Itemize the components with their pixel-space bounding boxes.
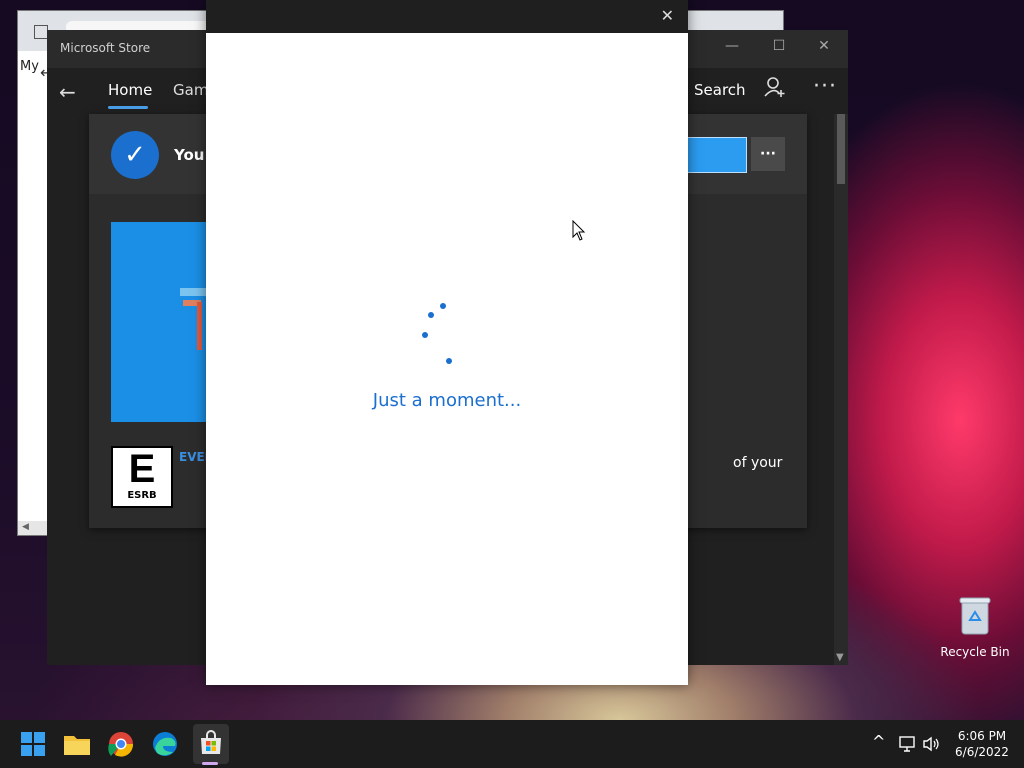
system-clock[interactable]: 6:06 PM 6/6/2022 (952, 728, 1012, 760)
dialog-titlebar[interactable]: ✕ (206, 0, 688, 33)
edge-icon[interactable] (149, 728, 181, 760)
scroll-down-icon[interactable]: ▼ (836, 652, 844, 663)
minimize-icon[interactable]: — (712, 38, 752, 54)
store-window-title: Microsoft Store (60, 41, 151, 55)
esrb-label: ESRB (127, 490, 157, 501)
show-hidden-icons-icon[interactable]: ^ (872, 732, 885, 751)
network-icon[interactable] (897, 734, 917, 754)
taskbar: ^ 6:06 PM 6/6/2022 (0, 720, 1024, 768)
description-text: of your (733, 455, 783, 471)
tab-actions-icon[interactable] (34, 25, 48, 39)
tab-home[interactable]: Home (108, 81, 152, 99)
start-icon[interactable] (17, 728, 49, 760)
store-vertical-scrollbar[interactable]: ▼ (834, 114, 848, 665)
mouse-cursor-icon (572, 220, 586, 241)
more-options-icon[interactable]: ··· (813, 74, 837, 99)
scrollbar-thumb[interactable] (837, 114, 845, 184)
loading-spinner-icon (414, 300, 454, 370)
browser-partial-text: My (20, 59, 39, 74)
clock-date: 6/6/2022 (955, 745, 1009, 759)
sign-in-dialog: ✕ Just a moment... (206, 0, 688, 685)
account-svg (764, 77, 785, 97)
card-more-button[interactable]: ··· (751, 137, 785, 171)
chrome-icon[interactable] (105, 728, 137, 760)
recycle-bin-label: Recycle Bin (940, 645, 1010, 659)
file-explorer-icon[interactable] (61, 728, 93, 760)
volume-icon[interactable] (921, 734, 941, 754)
scroll-left-icon[interactable]: ◀ (22, 522, 29, 532)
close-icon[interactable]: ✕ (804, 38, 844, 54)
loading-text: Just a moment... (372, 390, 522, 411)
microsoft-store-icon[interactable] (195, 728, 227, 760)
running-app-indicator (202, 762, 218, 765)
active-tab-indicator (108, 106, 148, 109)
browser-horizontal-scrollbar[interactable]: ◀ (18, 521, 48, 535)
clock-time: 6:06 PM (957, 729, 1007, 743)
esrb-letter: E (128, 447, 156, 491)
primary-action-button[interactable] (687, 137, 747, 173)
recycle-bin-icon (959, 597, 991, 635)
spinner-dot (422, 332, 428, 338)
search-button[interactable]: Search (694, 81, 746, 99)
checkmark-icon: ✓ (111, 131, 159, 179)
spinner-dot (428, 312, 434, 318)
dialog-close-icon[interactable]: ✕ (661, 6, 674, 25)
recycle-bin-desktop-icon[interactable]: Recycle Bin (938, 596, 1012, 659)
add-account-icon[interactable] (764, 76, 786, 103)
esrb-rating-icon: E ESRB (111, 446, 173, 508)
maximize-icon[interactable]: ☐ (759, 38, 799, 54)
hero-shape (197, 302, 202, 350)
spinner-dot (440, 303, 446, 309)
spinner-dot (446, 358, 452, 364)
nav-back-icon[interactable]: ← (59, 80, 76, 104)
